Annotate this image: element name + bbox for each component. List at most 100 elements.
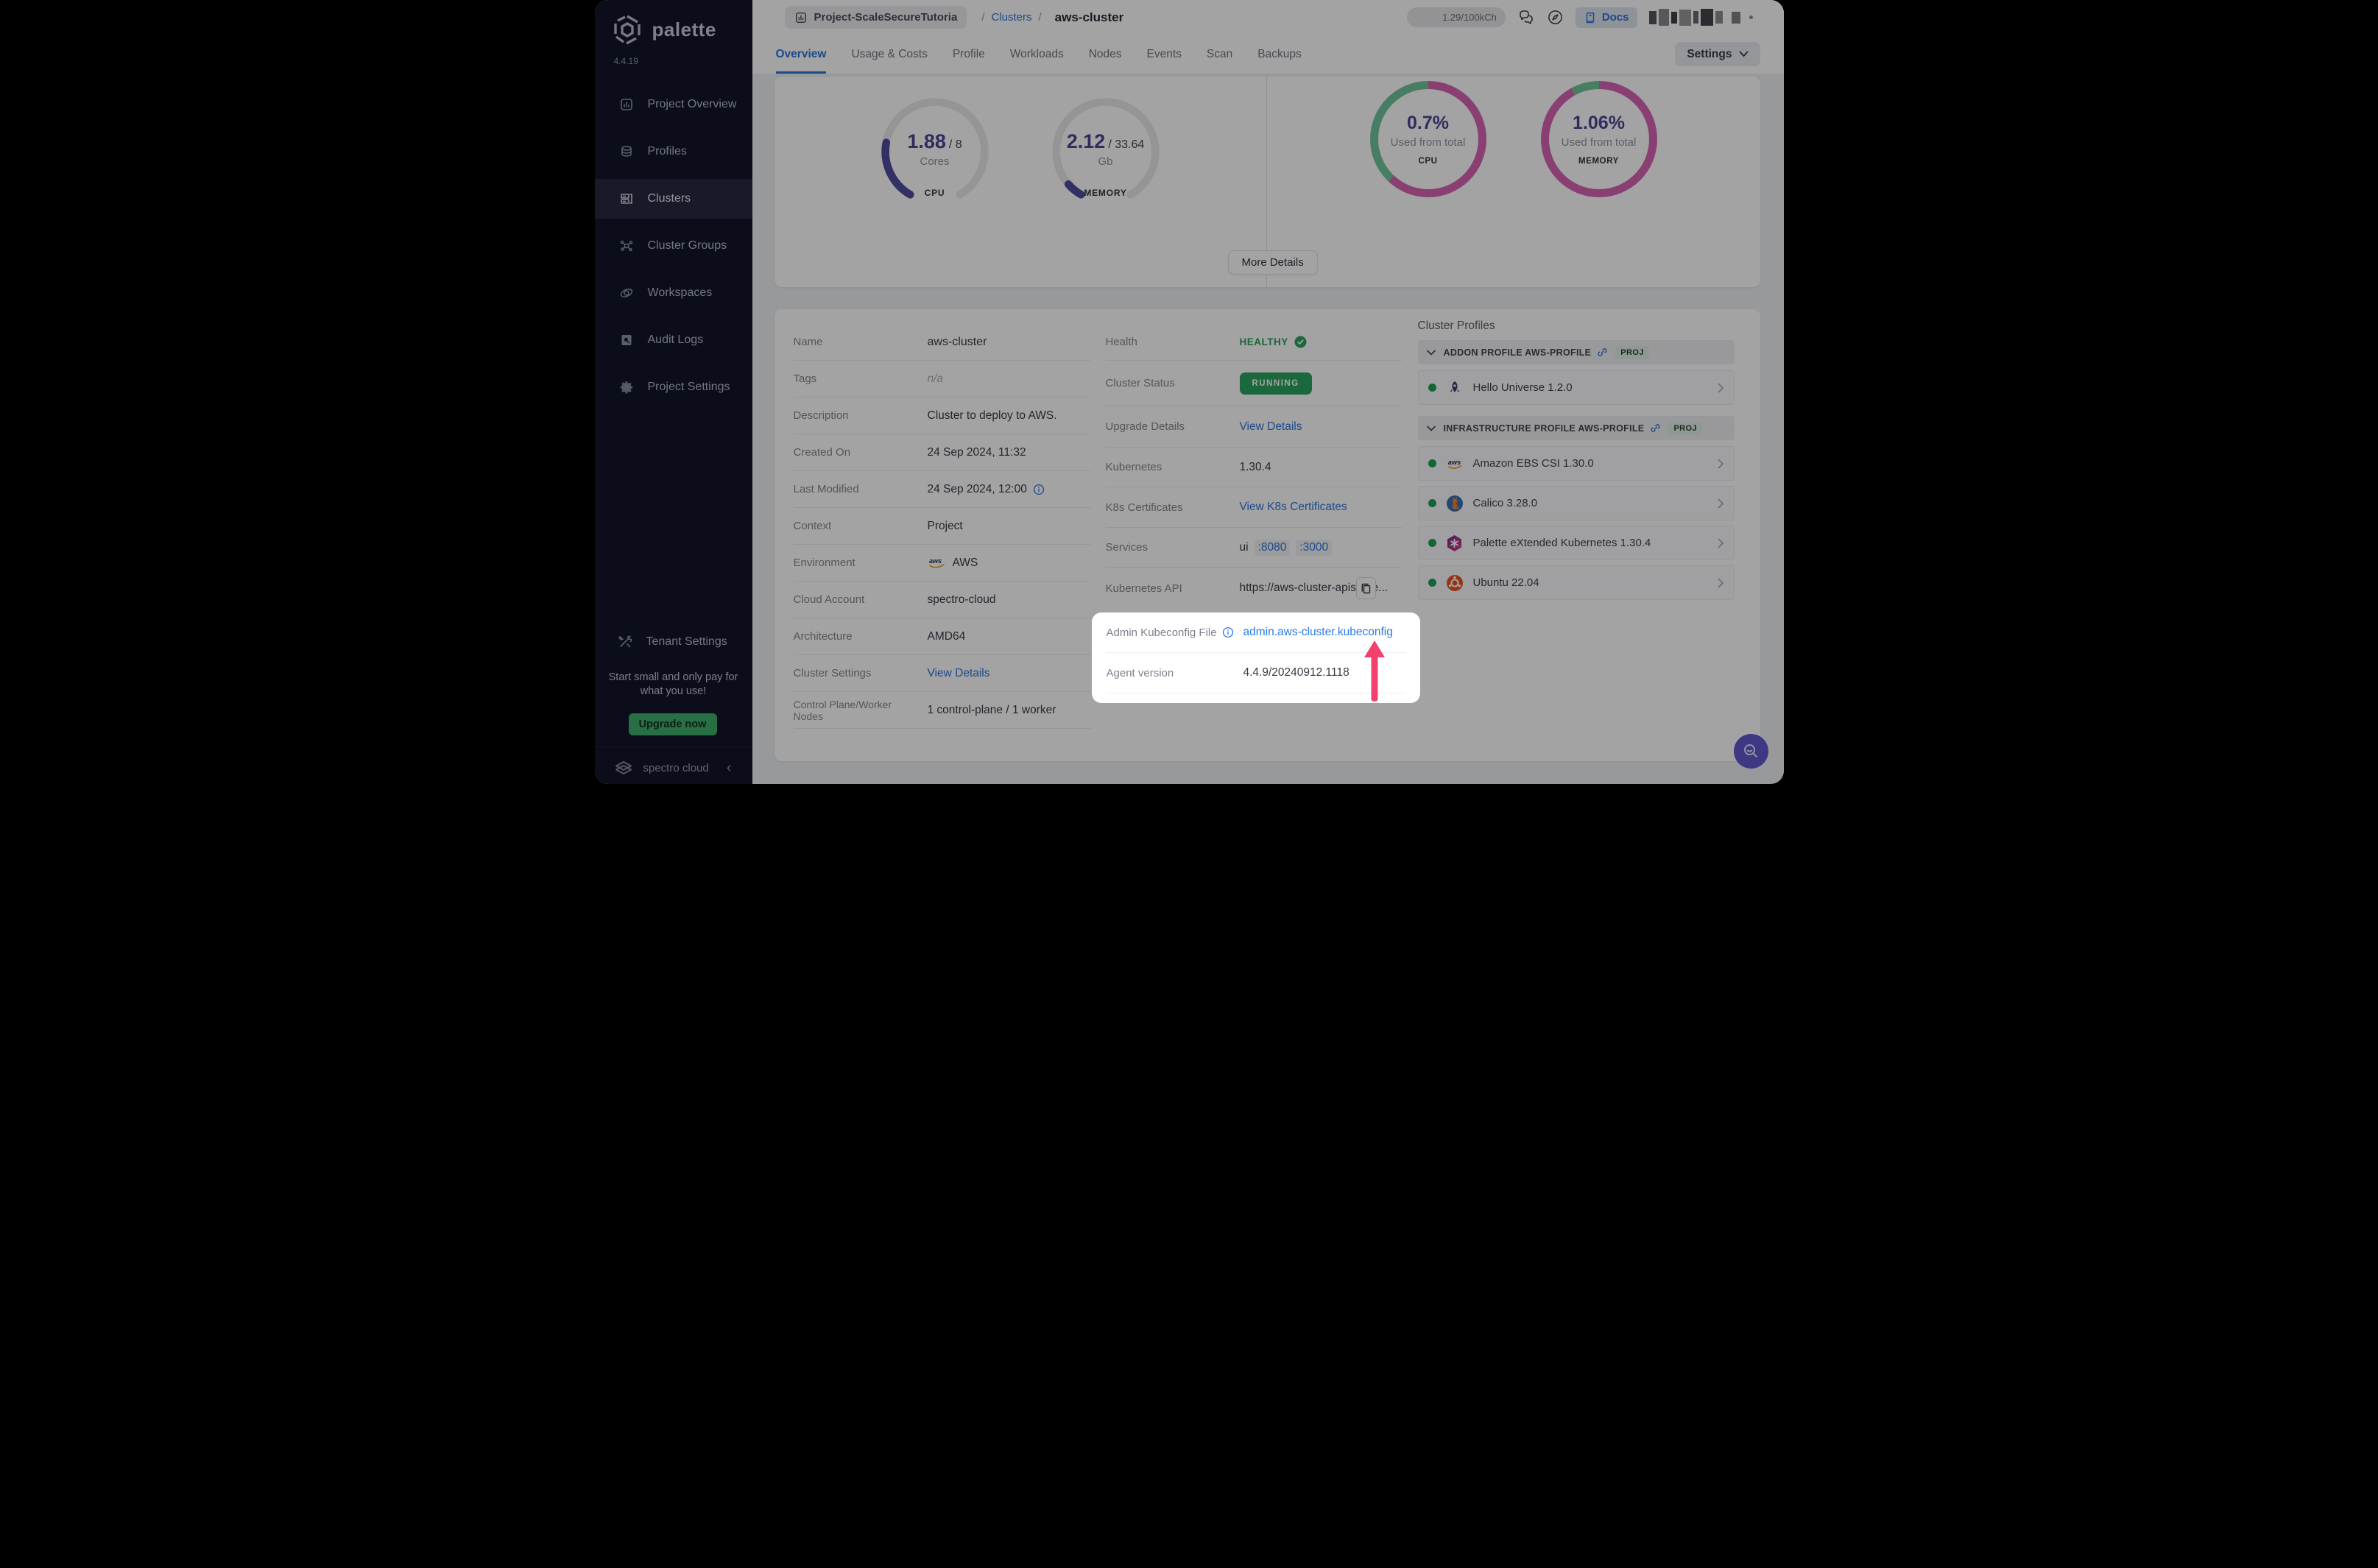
cpu-donut-caption: Used from total <box>1391 136 1466 149</box>
detail-row-tags: Tags n/a <box>794 361 1091 398</box>
tab-events[interactable]: Events <box>1147 35 1182 74</box>
breadcrumb-current: aws-cluster <box>1055 10 1124 25</box>
cluster-settings-view-details-link[interactable]: View Details <box>928 667 990 680</box>
memory-donut: 1.06% Used from total MEMORY <box>1541 81 1657 197</box>
tab-profile[interactable]: Profile <box>953 35 985 74</box>
tab-backups[interactable]: Backups <box>1257 35 1301 74</box>
sidebar-item-clusters[interactable]: Clusters <box>595 179 752 219</box>
sidebar-item-workspaces[interactable]: Workspaces <box>595 273 752 313</box>
sidebar-item-label: Cluster Groups <box>648 239 727 252</box>
docs-label: Docs <box>1602 11 1629 24</box>
sidebar-item-label: Tenant Settings <box>646 635 727 649</box>
search-beacon-button[interactable] <box>1734 734 1768 769</box>
detail-row-cluster-status: Cluster Status RUNNING <box>1106 361 1402 406</box>
sidebar-item-profiles[interactable]: Profiles <box>595 132 752 172</box>
memory-gauge-label: MEMORY <box>1049 188 1162 198</box>
detail-row-admin-kubeconfig: Admin Kubeconfig File admin.aws-cluster.… <box>1107 612 1405 652</box>
sidebar-item-cluster-groups[interactable]: Cluster Groups <box>595 226 752 266</box>
memory-donut-percent: 1.06% <box>1573 113 1625 134</box>
sidebar: palette 4.4.19 Project Overview Pr <box>595 0 752 784</box>
cpu-donut: 0.7% Used from total CPU <box>1370 81 1486 197</box>
detail-row-kubernetes-api: Kubernetes API https://aws-cluster-apise… <box>1106 568 1402 609</box>
tab-workloads[interactable]: Workloads <box>1010 35 1064 74</box>
top-bar: Project-ScaleSecureTutoria / Clusters / … <box>752 0 1784 35</box>
sidebar-item-label: Workspaces <box>648 286 713 300</box>
cpu-donut-percent: 0.7% <box>1407 113 1449 134</box>
sidebar-item-label: Project Settings <box>648 381 730 394</box>
chevron-down-icon <box>1427 425 1436 431</box>
profile-layer-palette-extended-kubernetes[interactable]: Palette eXtended Kubernetes 1.30.4 <box>1418 526 1735 560</box>
server-icon <box>618 191 635 206</box>
running-status-badge: RUNNING <box>1240 372 1312 395</box>
check-circle-icon <box>1294 336 1307 348</box>
detail-row-kubernetes: Kubernetes 1.30.4 <box>1106 448 1402 487</box>
detail-row-upgrade-details: Upgrade Details View Details <box>1106 406 1402 448</box>
admin-kubeconfig-download-link[interactable]: admin.aws-cluster.kubeconfig <box>1243 626 1393 639</box>
profile-layer-ubuntu[interactable]: Ubuntu 22.04 <box>1418 565 1735 600</box>
copy-icon <box>1361 582 1372 594</box>
link-icon[interactable] <box>1597 347 1608 358</box>
upgrade-now-button[interactable]: Upgrade now <box>629 713 717 735</box>
profile-layer-hello-universe[interactable]: Hello Universe 1.2.0 <box>1418 370 1735 405</box>
project-selector[interactable]: Project-ScaleSecureTutoria <box>785 6 967 29</box>
detail-row-created-on: Created On 24 Sep 2024, 11:32 <box>794 434 1091 471</box>
more-details-button[interactable]: More Details <box>1228 250 1318 275</box>
profile-layer-calico[interactable]: Calico 3.28.0 <box>1418 486 1735 520</box>
palette-logo: palette <box>595 0 752 46</box>
layer-status-dot <box>1428 499 1436 507</box>
settings-button[interactable]: Settings <box>1675 42 1760 66</box>
sidebar-item-tenant-settings[interactable]: Tenant Settings <box>595 622 752 662</box>
tab-nodes[interactable]: Nodes <box>1089 35 1122 74</box>
bar-chart-icon <box>618 97 635 112</box>
cpu-total-value: / 8 <box>949 138 962 151</box>
addon-profile-group-header[interactable]: ADDON PROFILE AWS-PROFILE PROJ <box>1418 340 1735 364</box>
tab-usage-costs[interactable]: Usage & Costs <box>851 35 927 74</box>
cluster-tabs: Overview Usage & Costs Profile Workloads… <box>752 35 1784 74</box>
view-k8s-certificates-link[interactable]: View K8s Certificates <box>1240 501 1347 514</box>
upgrade-view-details-link[interactable]: View Details <box>1240 420 1302 434</box>
info-icon[interactable] <box>1033 484 1045 495</box>
breadcrumb-clusters-link[interactable]: Clusters <box>991 11 1031 24</box>
sidebar-item-project-overview[interactable]: Project Overview <box>595 85 752 124</box>
chat-icon[interactable] <box>1517 9 1535 27</box>
compass-icon[interactable] <box>1547 9 1564 26</box>
sidebar-item-project-settings[interactable]: Project Settings <box>595 367 752 407</box>
tab-scan[interactable]: Scan <box>1207 35 1232 74</box>
orbit-icon <box>618 286 635 300</box>
cpu-used-value: 1.88 <box>907 130 946 152</box>
layer-status-dot <box>1428 539 1436 547</box>
info-icon[interactable] <box>1222 626 1234 638</box>
promo-text: Start small and only pay for what you us… <box>607 671 740 699</box>
detail-row-k8s-certificates: K8s Certificates View K8s Certificates <box>1106 487 1402 528</box>
chevron-right-icon <box>1718 578 1724 588</box>
app-title: palette <box>652 18 716 41</box>
collapse-sidebar-icon[interactable]: ‹ <box>727 760 732 777</box>
profile-layer-amazon-ebs-csi[interactable]: aws Amazon EBS CSI 1.30.0 <box>1418 446 1735 481</box>
detail-row-architecture: Architecture AMD64 <box>794 618 1091 655</box>
service-port-3000-link[interactable]: :3000 <box>1296 540 1332 556</box>
link-icon[interactable] <box>1650 423 1661 434</box>
proj-scope-badge: PROJ <box>1615 346 1649 359</box>
sidebar-item-audit-logs[interactable]: Audit Logs <box>595 320 752 360</box>
brand-name: spectro cloud <box>643 762 709 774</box>
redacted-user-info <box>1649 9 1753 26</box>
infrastructure-profile-group-header[interactable]: INFRASTRUCTURE PROFILE AWS-PROFILE PROJ <box>1418 416 1735 440</box>
detail-row-last-modified: Last Modified 24 Sep 2024, 12:00 <box>794 471 1091 508</box>
detail-row-environment: Environment aws AWS <box>794 545 1091 582</box>
docs-button[interactable]: Docs <box>1576 7 1637 28</box>
chevron-right-icon <box>1718 498 1724 509</box>
project-name: Project-ScaleSecureTutoria <box>814 11 958 24</box>
calico-icon <box>1446 495 1464 512</box>
tools-icon <box>617 634 633 650</box>
detail-row-context: Context Project <box>794 508 1091 545</box>
detail-row-nodes: Control Plane/Worker Nodes 1 control-pla… <box>794 692 1091 729</box>
aws-icon: aws <box>928 557 947 569</box>
layer-status-dot <box>1428 384 1436 392</box>
aws-icon: aws <box>1446 455 1464 473</box>
tab-overview[interactable]: Overview <box>776 35 827 74</box>
sidebar-item-label: Profiles <box>648 145 687 158</box>
sidebar-item-label: Audit Logs <box>648 333 704 347</box>
ubuntu-icon <box>1446 574 1464 592</box>
service-port-8080-link[interactable]: :8080 <box>1255 540 1291 556</box>
copy-api-url-button[interactable] <box>1356 577 1376 599</box>
